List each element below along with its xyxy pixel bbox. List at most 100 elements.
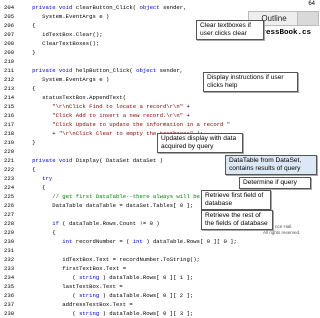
line-number: 229: [4, 229, 15, 236]
outline-tab-strip: [297, 11, 319, 26]
code-token: int: [132, 238, 147, 245]
line-number: 238: [4, 310, 15, 317]
page-number: 64: [308, 1, 315, 7]
line-number: 232: [4, 256, 15, 263]
code-token: {: [22, 166, 36, 173]
code-token: idTextBox.Clear();: [22, 31, 103, 38]
code-line: 230 int recordNumber = ( int ) dataTable…: [4, 237, 237, 246]
code-token: "Click Add to insert a new record.\r\n": [22, 112, 187, 119]
line-number: 208: [4, 40, 15, 47]
code-line: 221 private void Display( DataSet dataSe…: [4, 156, 237, 165]
code-line: 211 private void helpButton_Click( objec…: [4, 66, 237, 75]
line-number: 209: [4, 49, 15, 56]
code-token: string: [79, 310, 103, 317]
code-token: {: [22, 184, 46, 191]
line-number: 222: [4, 166, 15, 173]
code-token: lastTextBox.Text =: [22, 283, 123, 290]
callout-clear-textboxes: Clear textboxes if user clicks clear: [196, 20, 264, 40]
code-token: ) dataTable.Rows[ 0 ][ 2 ];: [102, 292, 194, 299]
line-number: 223: [4, 175, 15, 182]
code-token: firstTextBox.Text =: [22, 265, 127, 272]
code-token: ) dataTable.Rows[ 0 ][ 1 ];: [102, 274, 194, 281]
line-number: 237: [4, 301, 15, 308]
code-line: 233 firstTextBox.Text =: [4, 264, 237, 273]
line-number: 217: [4, 121, 15, 128]
line-number: 230: [4, 238, 15, 245]
code-line: 214 statusTextBox.AppendText(: [4, 93, 237, 102]
line-number: 206: [4, 22, 15, 29]
line-number: 224: [4, 184, 15, 191]
code-token: try: [22, 175, 53, 182]
code-token: "\r\nClick Find to locate a record\r\n": [22, 103, 187, 110]
line-number: 225: [4, 193, 15, 200]
code-token: idTextBox.Text = recordNumber.ToString()…: [22, 256, 200, 263]
code-line: 222 {: [4, 165, 237, 174]
line-number: 214: [4, 94, 15, 101]
line-number: 221: [4, 157, 15, 164]
code-token: private void: [22, 157, 76, 164]
line-number: 212: [4, 76, 15, 83]
code-token: {: [22, 85, 36, 92]
line-number: 231: [4, 247, 15, 254]
code-token: Display( DataSet dataSet ): [75, 157, 163, 164]
code-line: 238 ( string ) dataTable.Rows[ 0 ][ 3 ];: [4, 309, 237, 318]
code-token: object: [136, 67, 160, 74]
code-token: object: [139, 4, 163, 11]
callout-display-instructions: Display instructions if user clicks help: [203, 72, 298, 92]
code-token: ) dataTable.Rows[ 0 ][ 0 ];: [146, 238, 237, 245]
code-token: addressTextBox.Text =: [22, 301, 133, 308]
code-line: 232 idTextBox.Text = recordNumber.ToStri…: [4, 255, 237, 264]
line-number: 228: [4, 220, 15, 227]
code-line: 213 {: [4, 84, 237, 93]
code-token: if: [22, 220, 63, 227]
line-number: 204: [4, 4, 15, 11]
code-token: clearButton_Click(: [75, 4, 140, 11]
code-token: // get first DataTable--there always wil…: [22, 193, 214, 200]
code-line: 210: [4, 57, 237, 66]
code-line: 237 addressTextBox.Text =: [4, 300, 237, 309]
line-number: 213: [4, 85, 15, 92]
code-line: 215 "\r\nClick Find to locate a record\r…: [4, 102, 237, 111]
code-token: helpButton_Click(: [75, 67, 137, 74]
line-number: 226: [4, 202, 15, 209]
line-number: 207: [4, 31, 15, 38]
callout-retrieve-rest-fields: Retrieve the rest of the fields of datab…: [201, 210, 273, 230]
code-token: sender,: [159, 67, 184, 74]
code-token: +: [22, 130, 59, 137]
line-number: 220: [4, 148, 15, 155]
code-token: ) dataTable.Rows[ 0 ][ 3 ];: [102, 310, 194, 317]
callout-retrieve-first-field: Retrieve first field of database: [201, 190, 271, 210]
code-line: 217 "Click Update to update the informat…: [4, 120, 237, 129]
code-token: string: [79, 292, 103, 299]
code-token: (: [22, 292, 80, 299]
code-token: int: [22, 238, 76, 245]
code-token: }: [22, 49, 36, 56]
code-line: 216 "Click Add to insert a new record.\r…: [4, 111, 237, 120]
code-token: private void: [22, 4, 76, 11]
code-line: 234 ( string ) dataTable.Rows[ 0 ][ 1 ];: [4, 273, 237, 282]
line-number: 234: [4, 274, 15, 281]
line-number: 211: [4, 67, 15, 74]
code-token: "Click Update to update the information …: [22, 121, 231, 128]
code-line: 212 System.EventArgs e ): [4, 75, 237, 84]
code-token: }: [22, 139, 36, 146]
line-number: 215: [4, 103, 15, 110]
code-token: string: [79, 274, 103, 281]
code-token: System.EventArgs e ): [22, 76, 110, 83]
callout-determine-if-query: Determine if query: [239, 177, 311, 189]
footer-publisher: nce Hall.: [275, 224, 293, 229]
source-filename: dressBook.cs: [257, 29, 312, 37]
code-listing: 204 private void clearButton_Click( obje…: [4, 3, 237, 318]
code-token: recordNumber = (: [75, 238, 133, 245]
code-token: sender,: [163, 4, 187, 11]
code-token: DataTable dataTable = dataSet.Tables[ 0 …: [22, 202, 194, 209]
code-token: {: [22, 22, 36, 29]
code-token: statusTextBox.AppendText(: [22, 94, 127, 101]
code-line: 236 ( string ) dataTable.Rows[ 0 ][ 2 ];: [4, 291, 237, 300]
line-number: 218: [4, 130, 15, 137]
line-number: 219: [4, 139, 15, 146]
line-number: 210: [4, 58, 15, 65]
code-token: (: [22, 310, 80, 317]
code-token: private void: [22, 67, 76, 74]
code-token: +: [186, 103, 190, 110]
